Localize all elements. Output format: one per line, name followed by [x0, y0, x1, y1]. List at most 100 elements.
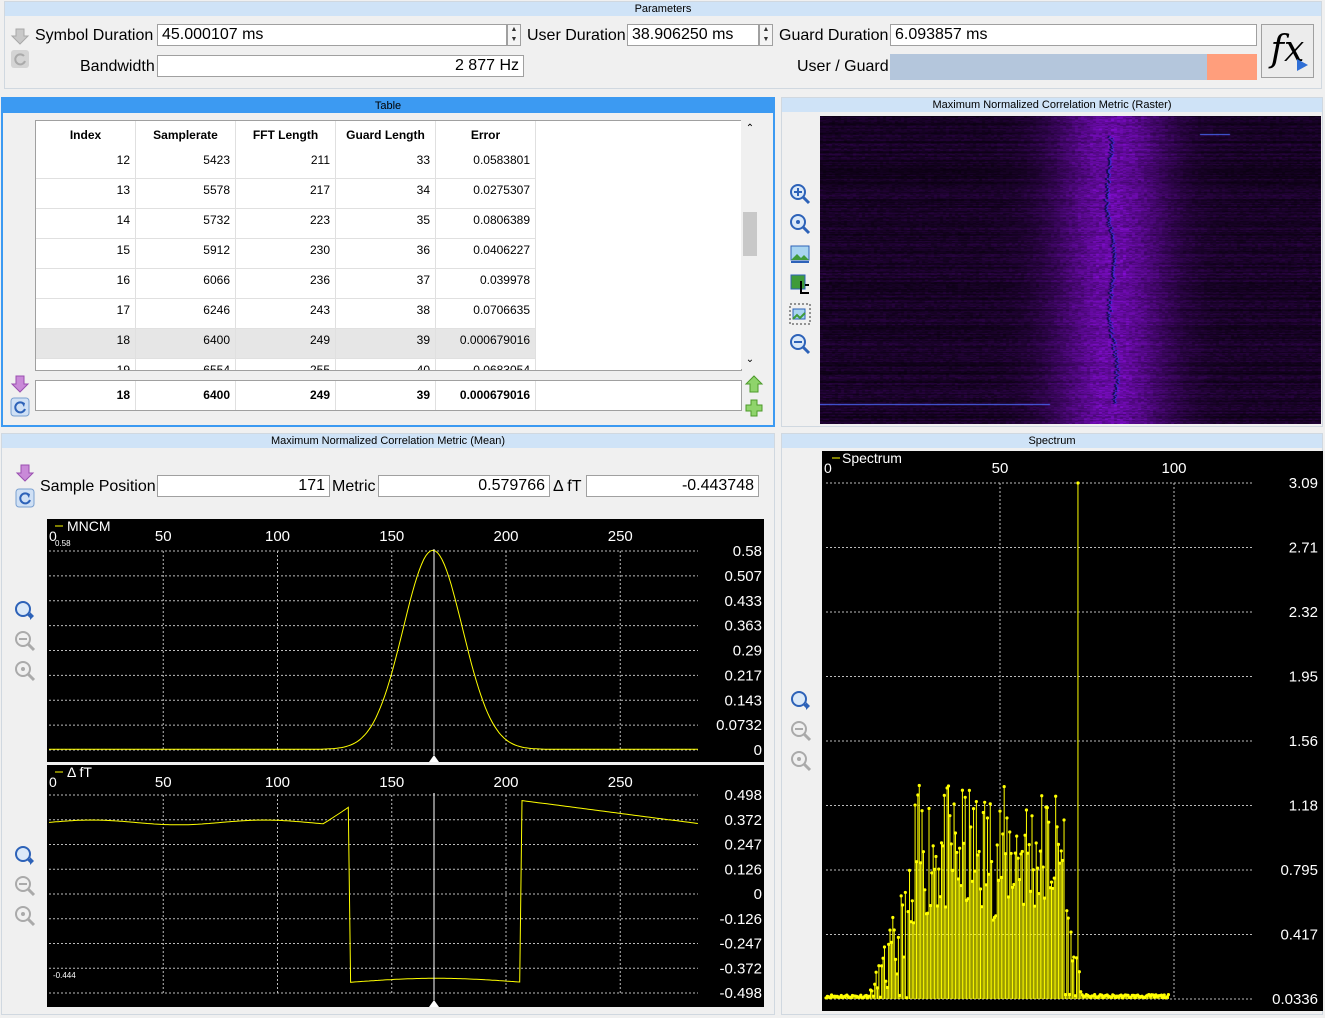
table-cell: 14	[36, 209, 136, 239]
zoom-out-icon[interactable]	[14, 875, 36, 897]
spectrum-point	[1040, 794, 1044, 798]
symbol-duration-field[interactable]: 45.000107 ms	[157, 24, 507, 46]
column-header[interactable]: Guard Length	[336, 121, 436, 149]
table-cell: 230	[236, 239, 336, 269]
metric-field[interactable]: 0.579766	[378, 475, 550, 497]
spectrum-point	[988, 802, 992, 806]
table-cell: 0.000679016	[436, 329, 536, 359]
table-cell: 13	[36, 179, 136, 209]
mncm-trace	[49, 549, 698, 750]
table-row[interactable]: 17 6246 243 38 0.0706635	[36, 299, 536, 329]
dft-corner-bottom: -0.444	[53, 971, 76, 980]
table-scrollbar[interactable]: ⌃ ⌄	[741, 120, 759, 369]
user-duration-field[interactable]: 38.906250 ms	[627, 24, 759, 46]
x-tick-label: 150	[379, 528, 404, 545]
spectrum-plot[interactable]: 50100150200 3.092.712.321.951.561.180.79…	[822, 451, 1323, 1011]
spectrum-point	[1069, 930, 1073, 934]
spectrum-point	[1059, 849, 1063, 853]
spectrum-point	[1024, 808, 1029, 812]
spectrum-point	[891, 915, 895, 920]
spectrum-point	[1076, 481, 1080, 485]
user-duration-spinner[interactable]: ▲ ▼	[759, 24, 773, 46]
dft-corner-top: 0	[49, 774, 57, 790]
bandwidth-field[interactable]: 2 877 Hz	[157, 55, 524, 77]
spectrum-point	[978, 887, 983, 891]
table-row[interactable]: 12 5423 211 33 0.0583801	[36, 149, 536, 179]
column-header[interactable]: Error	[436, 121, 536, 149]
move-down-icon[interactable]	[9, 373, 31, 395]
scrollbar-thumb[interactable]	[743, 212, 757, 256]
guard-duration-field[interactable]: 6.093857 ms	[890, 24, 1257, 46]
y-tick-label: 0.795	[1280, 862, 1318, 879]
spectrum-point	[1066, 916, 1070, 920]
sample-position-field[interactable]: 171	[157, 475, 330, 497]
table-cell: 5423	[136, 149, 236, 179]
y-tick-label: -0.126	[719, 911, 762, 928]
refresh-icon[interactable]	[9, 396, 31, 418]
spectrum-point	[1079, 990, 1083, 994]
table-row[interactable]: 19 6554 255 40 0.0683054	[36, 359, 536, 370]
table-cell: 6400	[136, 329, 236, 359]
crop-image-icon[interactable]	[789, 273, 811, 295]
zoom-reset-icon[interactable]	[13, 845, 35, 867]
zoom-in-icon[interactable]	[789, 183, 811, 205]
cursor-marker[interactable]	[429, 1000, 439, 1007]
add-row-icon[interactable]	[743, 397, 765, 419]
spectrum-point	[931, 844, 935, 848]
table-row[interactable]: 13 5578 217 34 0.0275307	[36, 179, 536, 209]
zoom-fit-icon[interactable]	[14, 660, 36, 682]
spectrum-point	[1062, 818, 1066, 822]
spectrum-point	[977, 849, 981, 854]
spectrum-point	[974, 799, 978, 804]
spectrum-point	[969, 825, 973, 829]
table-row[interactable]: 16 6066 236 37 0.039978	[36, 269, 536, 299]
move-up-icon[interactable]	[743, 373, 765, 395]
zoom-out-icon[interactable]	[789, 333, 811, 355]
symbol-duration-spinner[interactable]: ▲ ▼	[507, 24, 521, 46]
zoom-fit-icon[interactable]	[14, 905, 36, 927]
spectrum-point	[1049, 880, 1054, 884]
spectrum-point	[971, 807, 976, 811]
user-guard-ratio-fill	[890, 54, 1208, 80]
table-view[interactable]: Index Samplerate FFT Length Guard Length Err…	[35, 120, 742, 371]
y-tick-label: 0.217	[724, 667, 762, 684]
arrow-down-icon[interactable]	[9, 25, 31, 47]
reset-icon[interactable]	[9, 48, 31, 70]
image-icon[interactable]	[789, 243, 811, 265]
mncm-plot[interactable]: 50 100 150 200 250 0.58 0.507 0.433 0.363 0.29 0.…	[47, 519, 764, 762]
move-down-icon[interactable]	[14, 462, 36, 484]
mean-title: Maximum Normalized Correlation Metric (M…	[2, 434, 774, 448]
zoom-reset-icon[interactable]	[789, 690, 811, 712]
zoom-out-icon[interactable]	[790, 720, 812, 742]
column-header[interactable]: FFT Length	[236, 121, 336, 149]
y-tick-label: 0.126	[724, 861, 762, 878]
x-tick-label: 50	[992, 460, 1009, 477]
table-cell: 0.0275307	[436, 179, 536, 209]
table-cell: 34	[336, 179, 436, 209]
dft-field[interactable]: -0.443748	[586, 475, 759, 497]
spectrum-point	[955, 850, 959, 855]
spectrum-point	[1035, 866, 1040, 870]
spectrum-point	[949, 842, 953, 846]
y-tick-label: 1.18	[1289, 798, 1318, 815]
table-cell: 6066	[136, 269, 236, 299]
zoom-fit-icon[interactable]	[789, 213, 811, 235]
table-row[interactable]: 14 5732 223 35 0.0806389	[36, 209, 536, 239]
user-guard-ratio-bar	[890, 54, 1257, 80]
fx-button[interactable]: fx	[1261, 24, 1314, 78]
zoom-out-icon[interactable]	[14, 630, 36, 652]
zoom-fit-icon[interactable]	[790, 750, 812, 772]
table-row[interactable]: 15 5912 230 36 0.0406227	[36, 239, 536, 269]
column-header[interactable]: Samplerate	[136, 121, 236, 149]
spectrum-point	[921, 850, 926, 854]
cursor-marker[interactable]	[429, 755, 439, 762]
user-duration-label: User Duration	[527, 27, 626, 44]
spectrum-point	[1027, 843, 1031, 847]
zoom-reset-icon[interactable]	[13, 600, 35, 622]
refresh-icon[interactable]	[14, 487, 36, 509]
column-header[interactable]: Index	[36, 121, 136, 149]
raster-image[interactable]	[820, 116, 1321, 424]
table-row[interactable]: 18 6400 249 39 0.000679016	[36, 329, 536, 359]
expand-image-icon[interactable]	[789, 303, 811, 325]
dft-plot[interactable]: 50 100 150 200 250 0.498 0.372 0.247 0.126 0 -0.1…	[47, 765, 764, 1007]
